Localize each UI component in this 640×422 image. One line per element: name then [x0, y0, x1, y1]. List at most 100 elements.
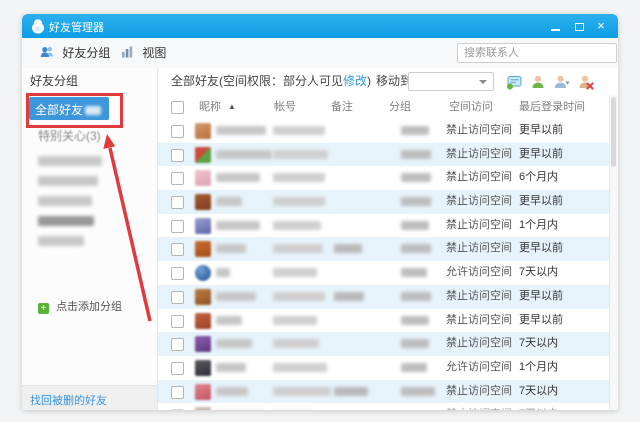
redacted-account — [273, 244, 323, 254]
friend-row[interactable]: 禁止访问空间 更早以前 — [158, 308, 618, 333]
avatar — [195, 288, 211, 305]
search-input[interactable] — [457, 43, 617, 63]
minimize-button[interactable] — [546, 18, 564, 34]
space-permission: 禁止访问空间 — [446, 313, 512, 326]
avatar — [195, 336, 211, 353]
last-login-time: 更早以前 — [519, 313, 563, 326]
redacted-account — [273, 197, 325, 207]
redacted-nickname — [216, 386, 248, 396]
row-checkbox[interactable] — [171, 385, 184, 399]
space-permission: 禁止访问空间 — [446, 403, 512, 410]
redacted-account — [273, 268, 317, 278]
select-all-checkbox[interactable] — [171, 101, 184, 114]
sidebar-group-item[interactable] — [22, 170, 157, 190]
last-login-time: 更早以前 — [519, 124, 563, 136]
sidebar-group-item[interactable] — [22, 190, 157, 210]
avatar — [195, 170, 211, 187]
delete-friend-icon[interactable] — [578, 73, 594, 90]
group-summary: 全部好友(空间权限：部分人可见修改) — [171, 68, 371, 95]
friend-row[interactable]: 禁止访问空间 6个月内 — [158, 166, 618, 191]
send-message-icon[interactable] — [506, 73, 522, 90]
avatar — [195, 194, 211, 211]
column-space-access[interactable]: 空间访问 — [449, 95, 493, 119]
avatar — [195, 312, 211, 329]
avatar — [195, 217, 211, 234]
row-checkbox[interactable] — [171, 267, 184, 281]
row-checkbox[interactable] — [171, 172, 184, 186]
avatar — [195, 123, 211, 139]
retrieve-deleted-friends-link[interactable]: 找回被删的好友 — [30, 392, 107, 408]
manage-friend-icon[interactable] — [554, 73, 570, 89]
friend-row[interactable]: 禁止访问空间 更早以前 — [158, 119, 618, 143]
avatar — [195, 359, 211, 376]
friend-row[interactable]: 禁止访问空间 更早以前 — [158, 284, 618, 309]
maximize-button[interactable] — [570, 18, 588, 34]
modify-permission-link[interactable]: 修改 — [343, 74, 367, 88]
redacted-remark — [334, 291, 364, 301]
column-account[interactable]: 帐号 — [274, 95, 296, 119]
sidebar-group-item[interactable] — [22, 150, 157, 170]
last-login-time: 更早以前 — [519, 147, 563, 160]
sidebar-footer: 找回被删的好友 — [22, 385, 157, 410]
friend-row[interactable]: 允许访问空间 7天以内 — [158, 261, 618, 285]
row-checkbox[interactable] — [171, 338, 184, 352]
column-remark[interactable]: 备注 — [331, 95, 353, 119]
friend-row[interactable]: 禁止访问空间 更早以前 — [158, 237, 618, 262]
sidebar-header: 好友分组 — [30, 74, 79, 88]
scrollbar-thumb[interactable] — [611, 97, 616, 167]
friend-row[interactable]: 禁止访问空间 1个月内 — [158, 213, 618, 238]
row-checkbox[interactable] — [171, 361, 184, 375]
vertical-scrollbar[interactable] — [609, 95, 618, 410]
redacted-group — [401, 362, 427, 372]
redacted-group — [401, 268, 427, 278]
row-checkbox[interactable] — [171, 148, 184, 162]
last-login-time: 更早以前 — [519, 195, 563, 208]
action-bar: 全部好友(空间权限：部分人可见修改) 移动到 — [158, 68, 618, 96]
add-group-label: 点击添加分组 — [56, 301, 123, 313]
last-login-time: 1个月内 — [519, 218, 559, 231]
friend-row[interactable]: 允许访问空间 1个月内 — [158, 355, 618, 380]
row-checkbox[interactable] — [171, 196, 184, 210]
row-checkbox[interactable] — [171, 409, 184, 410]
row-checkbox[interactable] — [171, 314, 184, 328]
column-nickname[interactable]: 昵称 — [199, 95, 221, 119]
redacted-nickname — [216, 173, 260, 183]
last-login-time: 6个月内 — [519, 171, 559, 184]
redacted-account — [273, 149, 328, 159]
friend-row[interactable]: 禁止访问空间 7天以内 — [158, 332, 618, 356]
row-checkbox[interactable] — [171, 243, 184, 257]
column-group[interactable]: 分组 — [389, 95, 411, 119]
chevron-down-icon — [479, 80, 487, 84]
tab-view[interactable]: 视图 — [120, 38, 166, 68]
main-panel: 全部好友(空间权限：部分人可见修改) 移动到 昵称 ▲ 帐号 备注 分组 空间访… — [157, 68, 618, 410]
sidebar-group-item[interactable] — [22, 230, 157, 250]
avatar — [195, 146, 211, 163]
row-checkbox[interactable] — [171, 219, 184, 233]
tab-friend-groups[interactable]: 好友分组 — [40, 38, 110, 68]
redacted-group — [401, 315, 429, 325]
column-last-login[interactable]: 最后登录时间 — [519, 95, 585, 119]
row-checkbox[interactable] — [171, 290, 184, 304]
tab-label: 视图 — [142, 46, 167, 60]
add-friend-icon[interactable] — [530, 73, 546, 89]
redacted-account — [273, 339, 319, 349]
sidebar-group-item[interactable] — [22, 210, 157, 230]
close-button[interactable]: × — [592, 18, 610, 34]
friend-row[interactable]: 禁止访问空间 7天以内 — [158, 379, 618, 404]
redacted-account — [273, 220, 321, 230]
move-to-label: 移动到 — [376, 74, 413, 88]
move-to-dropdown[interactable] — [408, 72, 494, 91]
qq-penguin-icon — [30, 18, 46, 34]
redacted-group — [401, 220, 429, 230]
avatar — [195, 265, 211, 282]
friend-row[interactable]: 禁止访问空间 更早以前 — [158, 190, 618, 214]
group-label: 特别关心(3) — [38, 129, 101, 143]
redacted-remark — [334, 244, 362, 254]
add-group-button[interactable]: + 点击添加分组 — [38, 298, 122, 314]
friend-row[interactable]: 禁止访问空间 更早以前 — [158, 142, 618, 167]
redacted-group — [401, 386, 435, 396]
redacted-account — [273, 126, 325, 135]
row-checkbox[interactable] — [171, 125, 184, 138]
friend-row[interactable]: 禁止访问空间 7天以内 — [158, 403, 618, 410]
last-login-time: 更早以前 — [519, 242, 563, 255]
